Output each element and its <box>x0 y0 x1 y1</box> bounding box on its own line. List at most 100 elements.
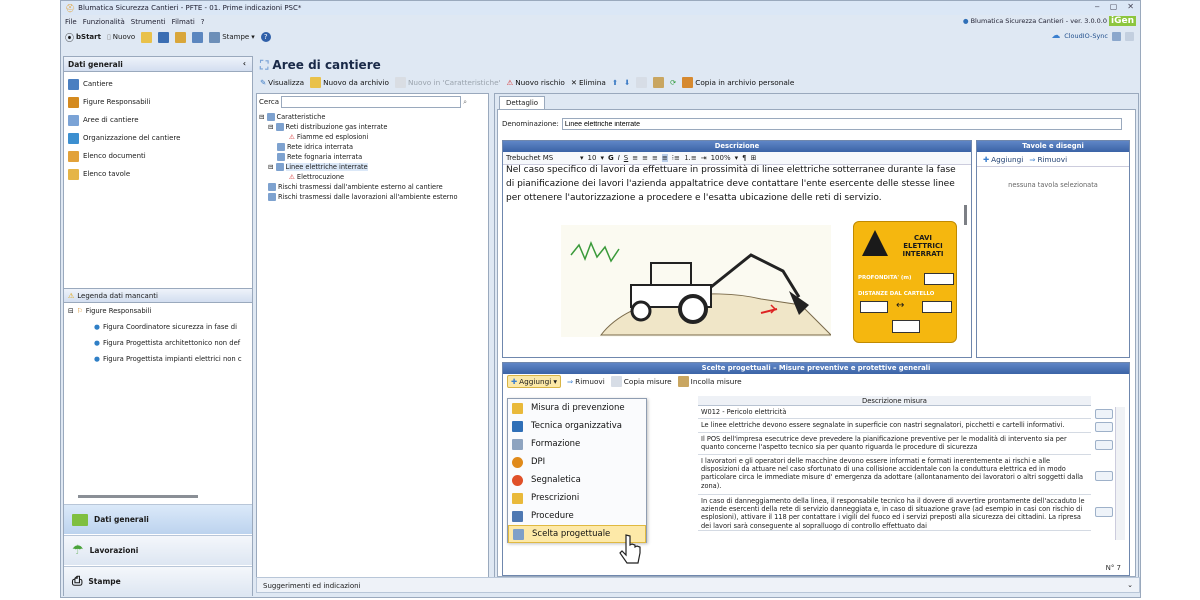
legend-group[interactable]: ⊟ ⚐ Figure Responsabili <box>64 303 252 319</box>
menu-item-formazione[interactable]: Formazione <box>508 435 646 453</box>
align-right-icon[interactable]: ≡ <box>652 154 658 162</box>
nuovo-da-archivio-button[interactable]: Nuovo da archivio <box>310 76 389 88</box>
minimize-button[interactable]: ‒ <box>1095 2 1100 11</box>
sidebar-item-elenco-documenti[interactable]: Elenco documenti <box>64 147 252 165</box>
copia-archivio-button[interactable]: Copia in archivio personale <box>682 76 794 88</box>
arrow-down-icon[interactable]: ⬇ <box>624 78 630 87</box>
cloud-sync[interactable]: ☁ CloudIO-Sync <box>1051 31 1134 41</box>
tree-node[interactable]: Rete idrica interrata <box>259 142 488 152</box>
menu-item-misura-prevenzione[interactable]: Misura di prevenzione <box>508 399 646 417</box>
chevron-down-icon[interactable]: ▾ <box>600 154 604 162</box>
sidebar-item-figure-responsabili[interactable]: Figure Responsabili <box>64 93 252 111</box>
legend-item[interactable]: ● Figura Progettista impianti elettrici n… <box>64 351 252 367</box>
row-edit-button[interactable] <box>1095 471 1113 481</box>
chevron-down-icon[interactable]: ▾ <box>735 154 739 162</box>
scelte-rimuovi-button[interactable]: ⇒ Rimuovi <box>567 377 605 386</box>
menu-funzionalita[interactable]: Funzionalità <box>83 18 125 26</box>
collapse-tree-icon[interactable]: ⊟ <box>68 307 74 315</box>
suggestions-bar[interactable]: Suggerimenti ed indicazioni ⌄ <box>256 577 1140 593</box>
size-select[interactable]: 10 <box>588 154 597 162</box>
menu-file[interactable]: File <box>65 18 77 26</box>
visualizza-button[interactable]: ✎ Visualizza <box>260 78 304 87</box>
help-icon[interactable]: ? <box>260 32 271 42</box>
menu-item-prescrizioni[interactable]: Prescrizioni <box>508 489 646 507</box>
menu-item-tecnica-organizzativa[interactable]: Tecnica organizzativa <box>508 417 646 435</box>
nuovo-rischio-button[interactable]: ⚠ Nuovo rischio <box>507 78 565 87</box>
menu-item-dpi[interactable]: DPI <box>508 453 646 471</box>
table-scrollbar[interactable] <box>1115 407 1125 540</box>
tavole-rimuovi-button[interactable]: ⇒ Rimuovi <box>1029 155 1067 164</box>
table-row[interactable]: W012 - Pericolo elettricità <box>698 407 1091 419</box>
tree-node[interactable]: Rischi trasmessi dall'ambiente esterno a… <box>259 182 488 192</box>
chevron-down-icon[interactable]: ⌄ <box>1127 581 1133 589</box>
vertical-scrollbar[interactable] <box>964 205 967 225</box>
legend-item[interactable]: ● Figura Coordinatore sicurezza in fase d… <box>64 319 252 335</box>
nav-stampe[interactable]: ⎙ Stampe <box>64 566 252 596</box>
nuovo-caratteristiche-button[interactable]: Nuovo in 'Caratteristiche' <box>394 76 501 88</box>
table-row[interactable]: Le linee elettriche devono essere segnal… <box>698 420 1091 433</box>
incolla-misure-button[interactable]: Incolla misure <box>677 376 742 387</box>
menu-strumenti[interactable]: Strumenti <box>131 18 166 26</box>
align-center-icon[interactable]: ≡ <box>642 154 648 162</box>
sidebar-item-cantiere[interactable]: Cantiere <box>64 75 252 93</box>
paragraph-icon[interactable]: ¶ <box>742 154 746 162</box>
collapse-panel-button[interactable]: ‹ <box>243 59 246 68</box>
row-edit-button[interactable] <box>1095 409 1113 419</box>
table-row[interactable]: I lavoratori e gli operatori delle macch… <box>698 456 1091 495</box>
tree-node-risk[interactable]: ⚠ Elettrocuzione <box>259 172 488 182</box>
menu-item-segnaletica[interactable]: Segnaletica <box>508 471 646 489</box>
tree-node[interactable]: Rischi trasmessi dalle lavorazioni all'a… <box>259 192 488 202</box>
paste-icon[interactable] <box>653 76 665 88</box>
nav-dati-generali[interactable]: Dati generali <box>64 504 252 534</box>
arrow-up-icon[interactable]: ⬆ <box>612 78 618 87</box>
column-header-descrizione[interactable]: Descrizione misura <box>698 396 1091 406</box>
table-icon[interactable]: ⊞ <box>751 154 757 162</box>
stampe-button[interactable]: Stampe ▾ <box>209 31 255 43</box>
tree-node[interactable]: ⊟ Reti distribuzione gas interrate <box>259 122 488 132</box>
menu-item-procedure[interactable]: Procedure <box>508 507 646 525</box>
italic-icon[interactable]: I <box>618 154 620 162</box>
font-select[interactable]: Trebuchet MS <box>506 154 576 162</box>
refresh-icon[interactable]: ⟳ <box>670 78 676 87</box>
horizontal-scrollbar[interactable] <box>78 495 198 498</box>
descrizione-text[interactable]: Nel caso specifico di lavori da effettua… <box>503 161 971 217</box>
maximize-button[interactable]: ▢ <box>1110 2 1118 11</box>
number-list-icon[interactable]: ⒈≡ <box>684 153 697 163</box>
close-button[interactable]: ✕ <box>1127 2 1134 11</box>
menu-filmati[interactable]: Filmati <box>172 18 195 26</box>
tree-node-selected[interactable]: ⊟ Linee elettriche interrate <box>259 162 488 172</box>
sidebar-item-aree-di-cantiere[interactable]: Aree di cantiere <box>64 111 252 129</box>
justify-icon[interactable]: ≡ <box>661 154 668 162</box>
settings-icon[interactable] <box>1112 31 1121 41</box>
align-left-icon[interactable]: ≡ <box>632 154 638 162</box>
bstart-button[interactable]: ⦿ bStart <box>65 31 101 44</box>
search-input[interactable] <box>281 96 462 108</box>
sidebar-item-organizzazione[interactable]: Organizzazione del cantiere <box>64 129 252 147</box>
nuovo-button[interactable]: ▯ Nuovo <box>107 33 135 41</box>
denominazione-field[interactable] <box>561 118 1122 130</box>
sidebar-item-elenco-tavole[interactable]: Elenco tavole <box>64 165 252 183</box>
nav-lavorazioni[interactable]: ☂ Lavorazioni <box>64 535 252 565</box>
elimina-button[interactable]: ✕ Elimina <box>571 78 606 87</box>
menu-help[interactable]: ? <box>201 18 205 26</box>
underline-icon[interactable]: S <box>624 154 628 162</box>
row-edit-button[interactable] <box>1095 507 1113 517</box>
save-icon[interactable] <box>158 31 170 43</box>
copy-icon[interactable] <box>636 76 648 88</box>
tavole-aggiungi-button[interactable]: ✚ Aggiungi <box>983 155 1023 164</box>
bold-icon[interactable]: G <box>608 154 614 162</box>
legend-item[interactable]: ● Figura Progettista architettonico non d… <box>64 335 252 351</box>
export-icon[interactable] <box>175 31 187 43</box>
indent-icon[interactable]: ⇥ <box>701 154 707 162</box>
copia-misure-button[interactable]: Copia misure <box>610 376 672 387</box>
bullet-list-icon[interactable]: ⁝≡ <box>672 154 680 162</box>
row-edit-button[interactable] <box>1095 440 1113 450</box>
info-icon[interactable] <box>1125 31 1134 41</box>
tree-node[interactable]: Rete fognaria interrata <box>259 152 488 162</box>
tab-dettaglio[interactable]: Dettaglio <box>499 96 546 109</box>
tree-node[interactable]: ⊟ Caratteristiche <box>259 112 488 122</box>
table-row[interactable]: Il POS dell'impresa esecutrice deve prev… <box>698 434 1091 455</box>
chevron-down-icon[interactable]: ▾ <box>580 154 584 162</box>
row-edit-button[interactable] <box>1095 422 1113 432</box>
zoom-select[interactable]: 100% <box>711 154 731 162</box>
